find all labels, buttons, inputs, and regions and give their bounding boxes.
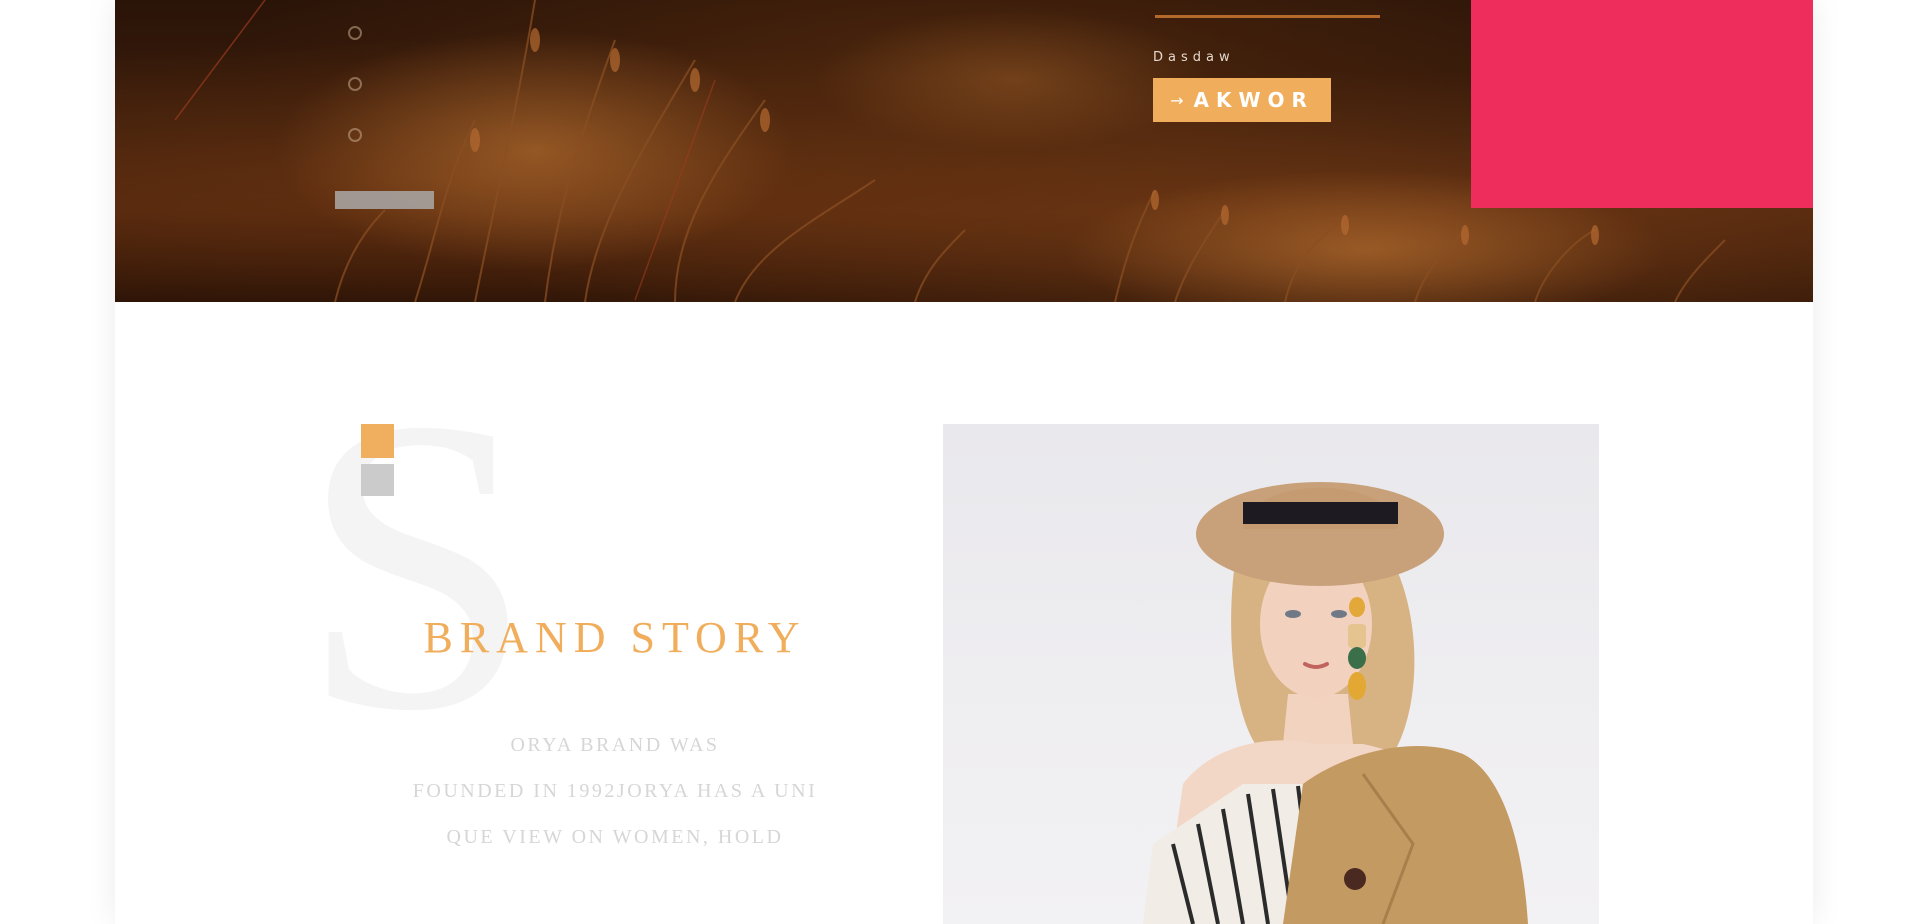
- brand-story-line-2: FOUNDED IN 1992JORYA HAS A UNI: [412, 780, 818, 802]
- brand-story-line-3: QUE VIEW ON WOMEN, HOLD: [446, 826, 784, 848]
- brand-story-line-1: ORYA BRAND WAS: [510, 734, 720, 756]
- pager-dot-2[interactable]: [348, 77, 362, 91]
- pink-accent-block: [1471, 0, 1813, 208]
- page: Dasdaw → AKWOR S BRAND STORY ORYA BRAND …: [115, 0, 1813, 924]
- arrow-right-icon: →: [1170, 90, 1184, 110]
- pager-dot-1[interactable]: [348, 26, 362, 40]
- hero-banner: Dasdaw → AKWOR: [115, 0, 1813, 302]
- orange-square: [361, 424, 394, 458]
- model-illustration: [1143, 482, 1528, 924]
- model-photo: [943, 424, 1599, 924]
- akwor-button-label: AKWOR: [1193, 88, 1314, 112]
- brand-story-title: BRAND STORY: [423, 613, 807, 662]
- hero-progress-bar[interactable]: [335, 191, 434, 209]
- hero-divider-line: [1155, 15, 1380, 18]
- grey-square: [361, 464, 394, 496]
- hero-subtitle: Dasdaw: [1153, 50, 1235, 65]
- akwor-button[interactable]: → AKWOR: [1153, 78, 1331, 122]
- pager-dot-3[interactable]: [348, 128, 362, 142]
- decorative-letter: S: [300, 332, 534, 797]
- brand-story-text: ORYA BRAND WAS FOUNDED IN 1992JORYA HAS …: [365, 722, 865, 860]
